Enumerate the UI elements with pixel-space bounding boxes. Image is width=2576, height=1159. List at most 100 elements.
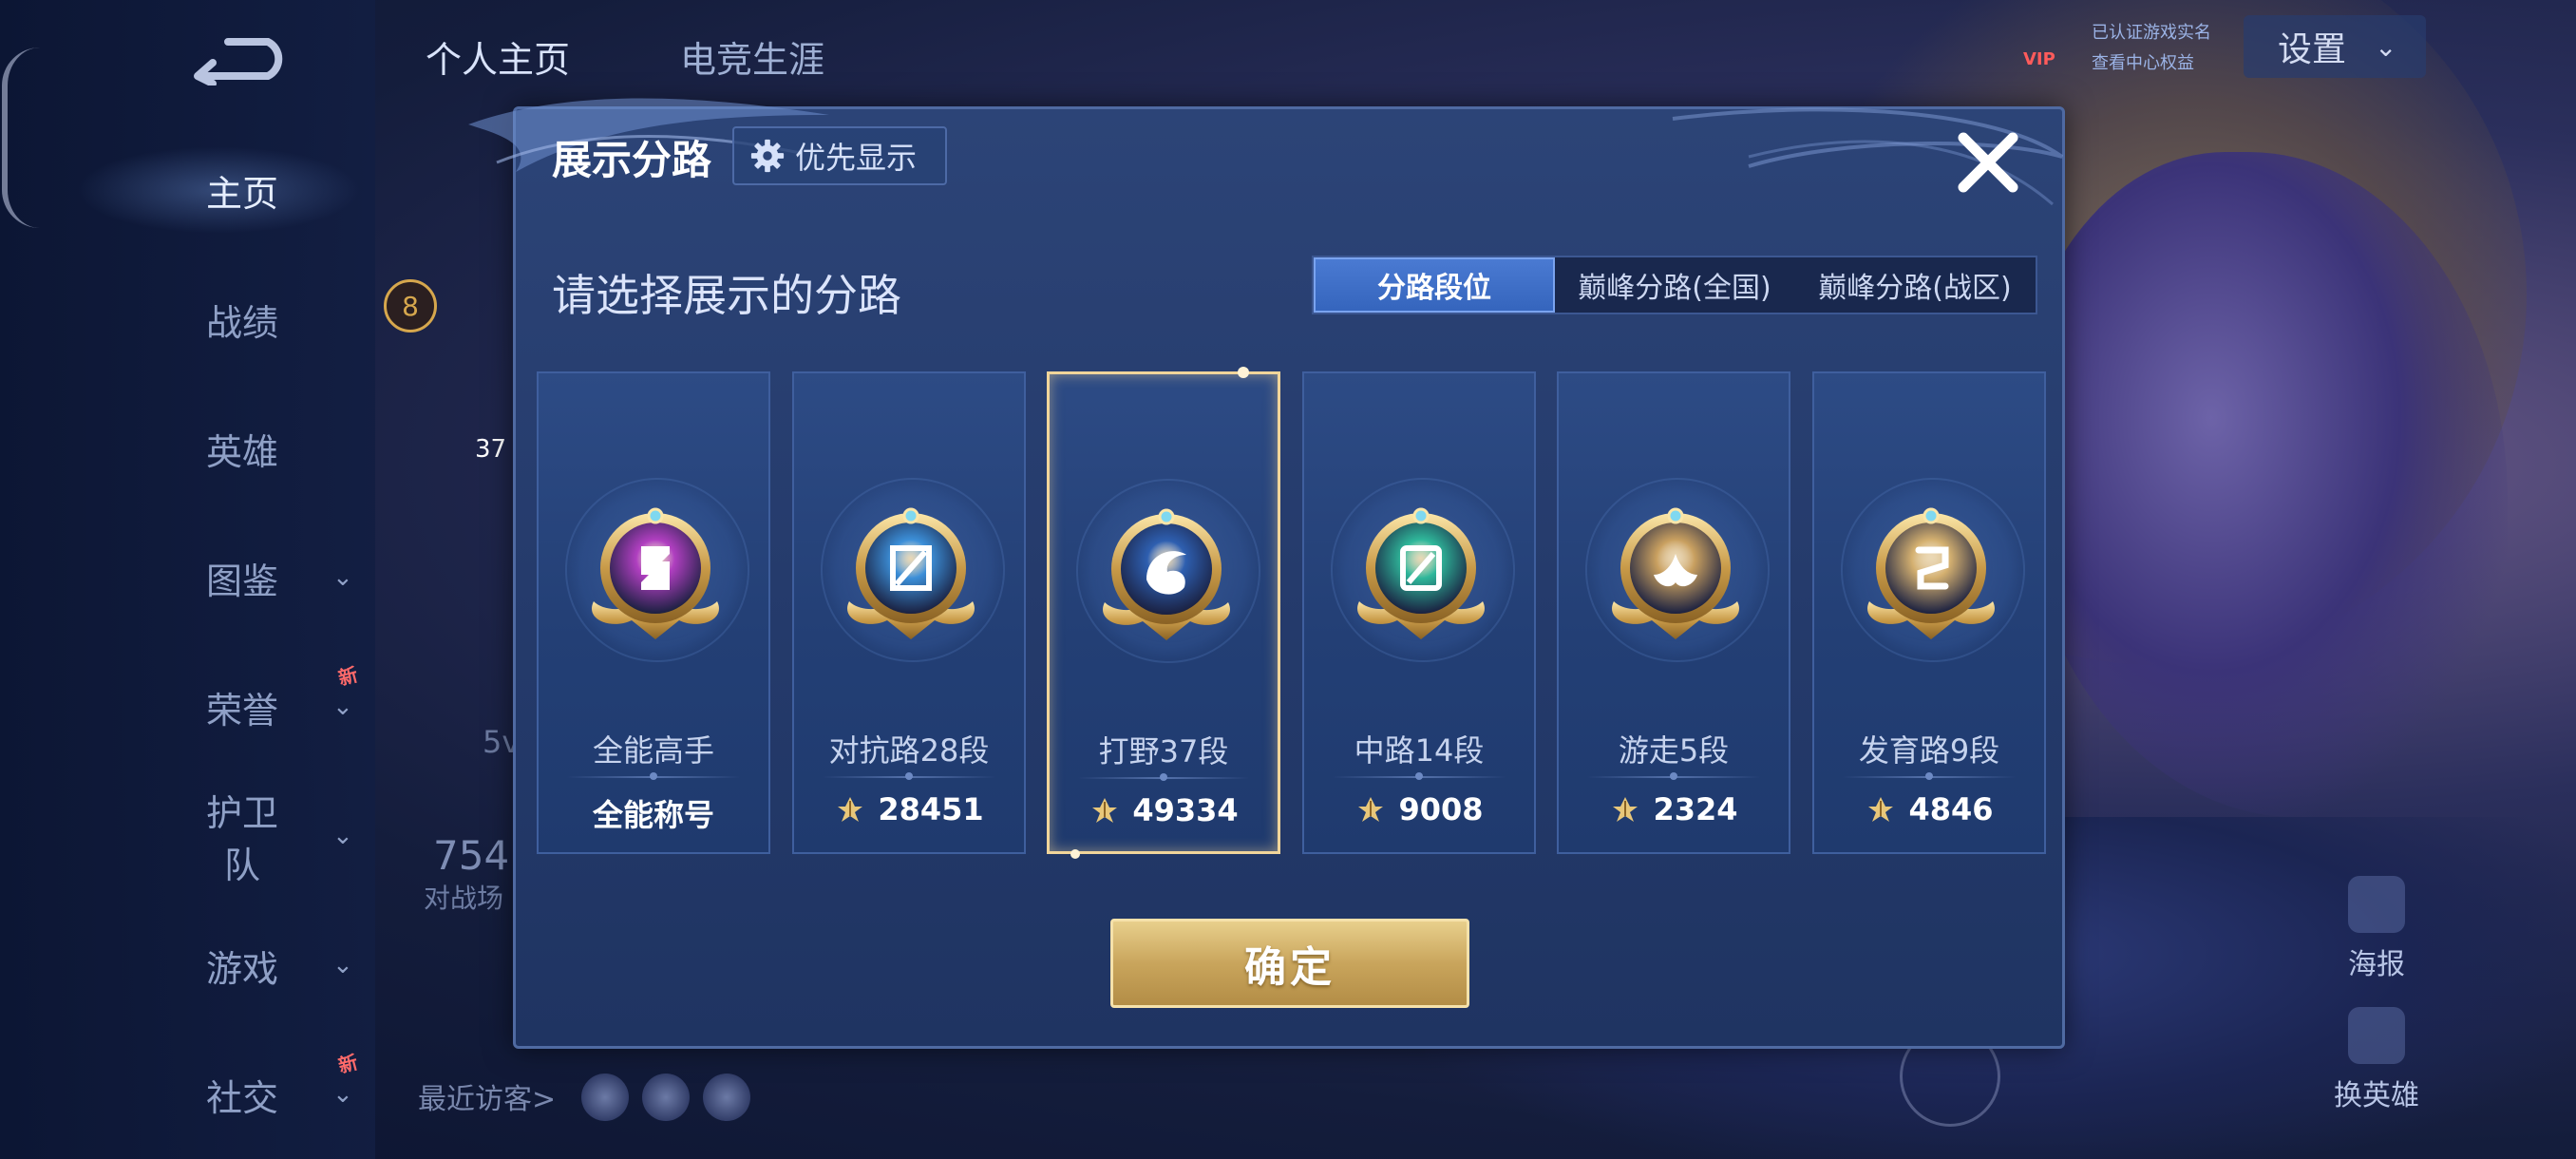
tab-peak-region[interactable]: 巅峰分路(战区) — [1794, 257, 2036, 313]
sidebar-item-label: 图鉴 — [205, 560, 278, 602]
level-badge: 8 — [384, 279, 437, 332]
selection-dot — [1070, 849, 1080, 859]
rank-points-icon — [1613, 797, 1638, 822]
allround-icon — [592, 507, 719, 639]
sidebar-item-label: 英雄 — [205, 430, 278, 473]
vip-badge: VIP — [2023, 49, 2055, 69]
change-hero-icon — [2348, 1007, 2405, 1064]
poster-label: 海报 — [2348, 948, 2405, 981]
rank-points-icon — [1868, 797, 1894, 822]
sidebar-item-label: 游戏 — [205, 947, 278, 990]
lane-tabs: 分路段位 巅峰分路(全国) 巅峰分路(战区) — [1312, 256, 2037, 314]
poster-button[interactable]: 海报 — [2310, 876, 2443, 982]
sidebar-item-games[interactable]: 游戏 ⌄ — [133, 937, 353, 994]
lane-rank-label: 中路14段 — [1354, 732, 1485, 769]
lane-points-value: 9008 — [1398, 791, 1484, 827]
close-button[interactable] — [1952, 126, 2024, 199]
lane-card[interactable]: 发育路9段 4846 — [1812, 371, 2046, 854]
lane-card[interactable]: 对抗路28段 28451 — [792, 371, 1026, 854]
settings-button[interactable]: 设置 ⌄ — [2244, 15, 2426, 78]
lane-card[interactable]: 全能高手 全能称号 — [537, 371, 770, 854]
hero-level: 37 — [475, 435, 507, 464]
recent-visitors-link[interactable]: 最近访客> — [418, 1075, 556, 1117]
staff-icon — [1357, 507, 1485, 639]
sidebar-item-honor[interactable]: 荣誉 ⌄ 新 — [133, 663, 360, 735]
lane-points: 2324 — [1559, 791, 1789, 827]
lane-points: 9008 — [1304, 791, 1534, 827]
sidebar-item-label: 护卫队 — [205, 792, 278, 886]
lane-rank-label: 打野37段 — [1098, 733, 1229, 770]
priority-display-label: 优先显示 — [795, 140, 918, 176]
dialog-title: 展示分路 — [552, 137, 712, 183]
sidebar-item-heroes[interactable]: 英雄 — [133, 420, 351, 477]
battle-count: 754 — [433, 832, 510, 879]
sword-shield-icon — [847, 507, 975, 639]
change-hero-label: 换英雄 — [2334, 1079, 2419, 1112]
back-arrow-icon — [194, 38, 283, 87]
back-button[interactable] — [190, 32, 294, 87]
chevron-down-icon: ⌄ — [332, 563, 353, 592]
tab-personal-home[interactable]: 个人主页 — [426, 30, 570, 83]
avatar[interactable] — [703, 1074, 750, 1121]
divider — [1587, 772, 1760, 780]
settings-label: 设置 — [2278, 30, 2347, 69]
lane-card[interactable]: 打野37段 49334 — [1047, 367, 1280, 859]
sidebar-item-home[interactable]: 主页 — [76, 146, 361, 234]
vip-line1: 已认证游戏实名 — [2092, 23, 2211, 43]
sidebar-item-guard[interactable]: 护卫队 ⌄ — [133, 792, 353, 886]
lane-rank-label: 发育路9段 — [1858, 732, 2000, 769]
sidebar-item-label: 主页 — [205, 172, 278, 215]
divider — [1843, 772, 2016, 780]
battle-label: 对战场 — [424, 883, 504, 914]
dialog-subtitle: 请选择展示的分路 — [552, 270, 901, 321]
divider — [1333, 772, 1506, 780]
lane-card[interactable]: 游走5段 2324 — [1557, 371, 1790, 854]
lane-rank-label: 全能高手 — [592, 732, 714, 769]
close-icon — [1958, 132, 2018, 193]
lane-points-value: 2324 — [1653, 791, 1738, 827]
bow-icon — [1867, 507, 1995, 639]
lane-display-dialog: 展示分路 优先显示 请选择展示的分路 分路段位 巅峰分路(全国) 巅峰分路(战区) — [468, 98, 2065, 1049]
sidebar-item-stats[interactable]: 战绩 — [133, 291, 351, 348]
gear-icon — [750, 139, 785, 173]
tab-peak-national[interactable]: 巅峰分路(全国) — [1555, 257, 1794, 313]
sidebar-item-label: 荣誉 — [205, 689, 278, 732]
new-badge: 新 — [335, 1050, 361, 1078]
lane-points-value: 49334 — [1132, 792, 1239, 828]
tab-esports-career[interactable]: 电竞生涯 — [680, 30, 824, 83]
lane-card[interactable]: 中路14段 9008 — [1302, 371, 1536, 854]
vip-line2: 查看中心权益 — [2092, 53, 2194, 73]
divider — [823, 772, 995, 780]
sidebar-item-label: 战绩 — [205, 301, 278, 344]
rank-points-icon — [1092, 798, 1118, 823]
avatar[interactable] — [642, 1074, 690, 1121]
lane-card-list: 全能高手 全能称号 对抗路28段 28451 打野37段 49334 中路14段… — [537, 367, 2047, 859]
lane-points: 28451 — [794, 791, 1024, 827]
divider — [567, 772, 740, 780]
lane-points-value: 4846 — [1908, 791, 1994, 827]
lane-points: 49334 — [1050, 792, 1278, 828]
sidebar-item-social[interactable]: 社交 ⌄ 新 — [133, 1051, 360, 1123]
sidebar-item-codex[interactable]: 图鉴 ⌄ — [133, 549, 353, 606]
lane-points-value: 全能称号 — [592, 797, 714, 833]
dragon-icon — [1103, 508, 1230, 640]
vip-info[interactable]: VIP 已认证游戏实名 查看中心权益 — [2023, 11, 2232, 78]
chevron-down-icon: ⌄ — [2375, 30, 2397, 63]
selection-dot — [1238, 367, 1249, 378]
avatar[interactable] — [581, 1074, 629, 1121]
poster-icon — [2348, 876, 2405, 933]
priority-display-button[interactable]: 优先显示 — [732, 126, 947, 185]
confirm-button[interactable]: 确定 — [1110, 919, 1469, 1008]
divider — [1078, 773, 1249, 781]
new-badge: 新 — [335, 662, 361, 691]
tab-lane-rank[interactable]: 分路段位 — [1314, 257, 1555, 313]
lane-rank-label: 游走5段 — [1618, 732, 1730, 769]
lane-points: 全能称号 — [539, 791, 768, 835]
lane-points-value: 28451 — [878, 791, 984, 827]
chevron-down-icon: ⌄ — [332, 1080, 353, 1109]
rank-points-icon — [1358, 797, 1384, 822]
lane-points: 4846 — [1814, 791, 2044, 827]
chevron-down-icon: ⌄ — [332, 693, 353, 721]
change-hero-button[interactable]: 换英雄 — [2310, 1007, 2443, 1113]
lane-rank-label: 对抗路28段 — [828, 732, 990, 769]
